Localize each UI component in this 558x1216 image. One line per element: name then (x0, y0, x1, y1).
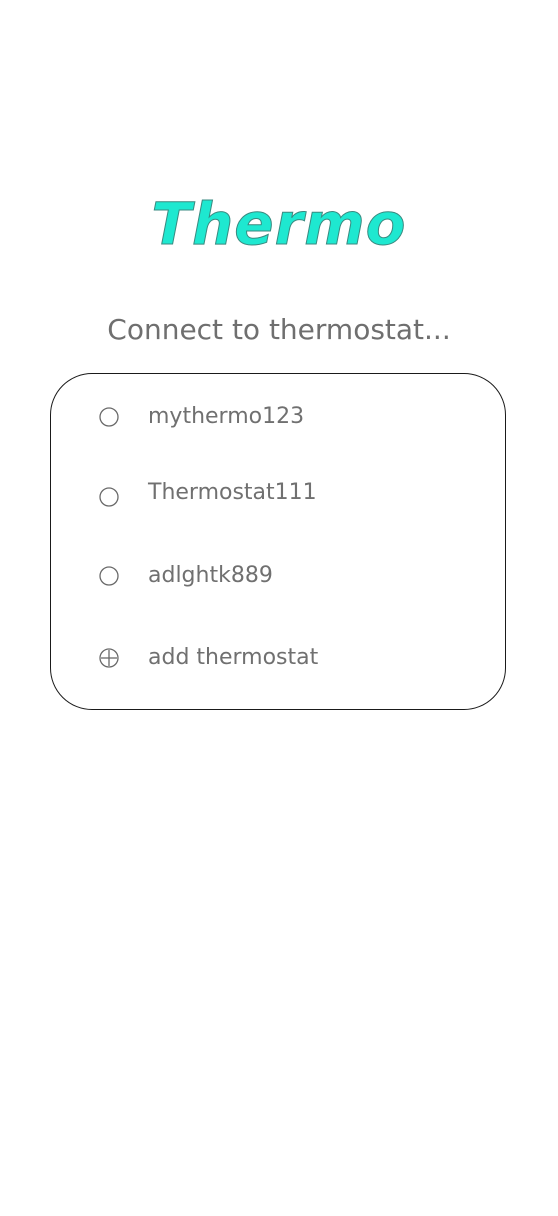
add-thermostat-label: add thermostat (148, 645, 319, 670)
radio-unchecked-icon[interactable] (99, 407, 119, 427)
thermostat-option-adlghtk889[interactable]: adlghtk889 (51, 554, 505, 598)
thermostat-list-panel: mythermo123 Thermostat111 adlghtk889 add… (50, 373, 506, 710)
add-thermostat-button[interactable]: add thermostat (51, 636, 505, 680)
app-logo: Thermo (151, 190, 407, 259)
page-heading: Connect to thermostat... (107, 313, 451, 346)
thermostat-option-thermostat111[interactable]: Thermostat111 (51, 471, 505, 515)
thermostat-option-label: mythermo123 (148, 404, 305, 429)
thermostat-option-label: adlghtk889 (148, 563, 273, 588)
radio-unchecked-icon[interactable] (99, 566, 119, 586)
radio-unchecked-icon[interactable] (99, 487, 119, 507)
add-circle-icon[interactable] (99, 648, 119, 668)
thermostat-option-mythermo123[interactable]: mythermo123 (51, 395, 505, 439)
thermostat-option-label: Thermostat111 (148, 480, 317, 505)
